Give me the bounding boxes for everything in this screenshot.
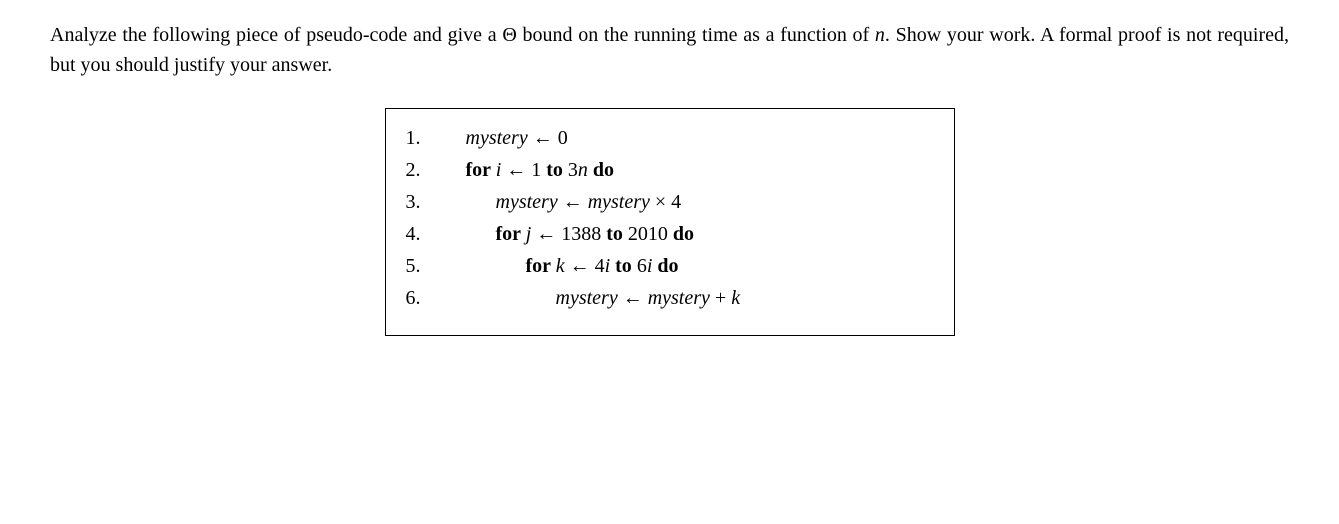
code-content: for i ← 1 to 3n do bbox=[446, 155, 615, 185]
variable-n: n bbox=[875, 24, 885, 46]
code-content: mystery ← 0 bbox=[446, 123, 568, 153]
line-number: 5. bbox=[406, 251, 446, 281]
line-number: 2. bbox=[406, 155, 446, 185]
code-line-6: 6.mystery ← mystery + k bbox=[406, 283, 934, 313]
code-line-2: 2.for i ← 1 to 3n do bbox=[406, 155, 934, 185]
problem-statement: Analyze the following piece of pseudo-co… bbox=[50, 20, 1289, 80]
code-line-4: 4.for j ← 1388 to 2010 do bbox=[406, 219, 934, 249]
line-number: 3. bbox=[406, 187, 446, 217]
code-lines: 1.mystery ← 02.for i ← 1 to 3n do3.myste… bbox=[406, 123, 934, 313]
code-content: for j ← 1388 to 2010 do bbox=[446, 219, 695, 249]
code-content: mystery ← mystery + k bbox=[446, 283, 741, 313]
line-number: 1. bbox=[406, 123, 446, 153]
line-number: 6. bbox=[406, 283, 446, 313]
pseudocode-box: 1.mystery ← 02.for i ← 1 to 3n do3.myste… bbox=[385, 108, 955, 336]
problem-text-2: bound on the running time as a function … bbox=[517, 24, 875, 46]
code-content: for k ← 4i to 6i do bbox=[446, 251, 679, 281]
theta-symbol: Θ bbox=[502, 24, 516, 46]
problem-text-1: Analyze the following piece of pseudo-co… bbox=[50, 24, 502, 46]
code-line-5: 5.for k ← 4i to 6i do bbox=[406, 251, 934, 281]
code-content: mystery ← mystery × 4 bbox=[446, 187, 682, 217]
code-line-1: 1.mystery ← 0 bbox=[406, 123, 934, 153]
line-number: 4. bbox=[406, 219, 446, 249]
code-line-3: 3.mystery ← mystery × 4 bbox=[406, 187, 934, 217]
